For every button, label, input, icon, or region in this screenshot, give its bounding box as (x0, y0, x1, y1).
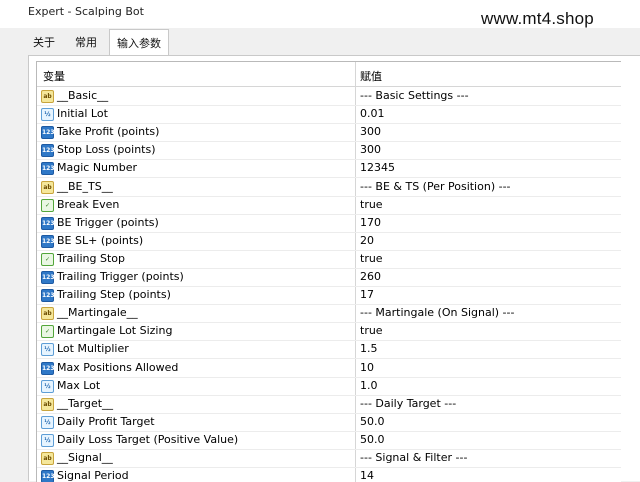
parameter-name: Max Positions Allowed (57, 360, 179, 374)
double-icon: ½ (41, 379, 54, 393)
parameter-value[interactable]: 20 (360, 234, 374, 247)
ab-string-icon: ab (41, 180, 54, 194)
integer-icon: 123 (41, 162, 55, 176)
parameter-name: Daily Loss Target (Positive Value) (57, 432, 239, 446)
table-row[interactable]: ½ Daily Profit Target 50.0 (37, 413, 621, 432)
integer-icon: 123 (41, 361, 55, 375)
parameter-value[interactable]: 17 (360, 288, 374, 301)
parameter-value[interactable]: 170 (360, 216, 381, 229)
parameter-value[interactable]: 300 (360, 143, 381, 156)
parameter-name: __Basic__ (57, 89, 109, 102)
table-row[interactable]: ab __Martingale__ --- Martingale (On Signa… (37, 304, 621, 324)
parameter-name: Signal Period (57, 469, 129, 482)
table-row[interactable]: 123 Take Profit (points) 300 (37, 123, 621, 143)
watermark-text: www.mt4.shop (481, 9, 594, 28)
double-icon: ½ (41, 343, 54, 357)
table-row[interactable]: ab __Signal__ --- Signal & Filter --- (37, 449, 621, 468)
inputs-panel: 变量 赋值 ab __Basic__ --- Basic Settings --- ½… (28, 55, 640, 482)
ab-string-icon: ab (41, 397, 54, 411)
bool-icon: ✓ (41, 198, 54, 212)
bool-icon: ✓ (41, 252, 54, 266)
tab-common[interactable]: 常用 (63, 31, 109, 55)
table-row[interactable]: 123 Stop Loss (points) 300 (37, 141, 621, 161)
parameter-name: Break Even (57, 197, 120, 211)
parameters-table: 变量 赋值 ab __Basic__ --- Basic Settings --- ½… (36, 61, 621, 482)
parameter-name: Initial Lot (57, 107, 108, 121)
column-header-variable[interactable]: 变量 (43, 68, 65, 84)
parameter-value[interactable]: 10 (360, 361, 374, 374)
table-header: 变量 赋值 (37, 62, 621, 87)
integer-icon: 123 (41, 271, 55, 284)
table-row[interactable]: ✓ Martingale Lot Sizing true (37, 322, 621, 342)
parameter-name: BE SL+ (points) (57, 233, 144, 247)
table-row[interactable]: ✓ Break Even true (37, 196, 621, 215)
double-icon: ½ (41, 415, 54, 429)
parameter-name: Daily Profit Target (57, 414, 155, 428)
table-row[interactable]: ½ Max Lot 1.0 (37, 377, 621, 396)
table-row[interactable]: 123 Trailing Trigger (points) 260 (37, 268, 621, 287)
parameter-value[interactable]: 260 (360, 270, 381, 283)
parameter-name: Martingale Lot Sizing (57, 324, 173, 338)
integer-icon: 123 (41, 470, 55, 482)
parameter-value[interactable]: 1.5 (360, 342, 378, 355)
parameter-name: Max Lot (57, 378, 101, 392)
parameter-value[interactable]: 14 (360, 469, 374, 482)
table-row[interactable]: ✓ Trailing Stop true (37, 250, 621, 269)
integer-icon: 123 (41, 216, 55, 230)
ab-string-icon: ab (41, 90, 54, 103)
parameter-value[interactable]: true (360, 252, 383, 265)
parameter-value[interactable]: --- Daily Target --- (360, 397, 456, 410)
parameter-name: Trailing Stop (57, 251, 125, 265)
table-row[interactable]: ab __Basic__ --- Basic Settings --- (37, 87, 621, 106)
column-header-value[interactable]: 赋值 (360, 68, 382, 84)
integer-icon: 123 (41, 126, 55, 140)
table-row[interactable]: 123 BE SL+ (points) 20 (37, 232, 621, 251)
parameter-name: Trailing Step (points) (57, 288, 171, 302)
parameter-value[interactable]: true (360, 198, 383, 211)
bool-icon: ✓ (41, 325, 54, 339)
window-title: Expert - Scalping Bot (28, 5, 144, 18)
integer-icon: 123 (41, 234, 55, 248)
double-icon: ½ (41, 433, 54, 447)
tab-inputs[interactable]: 输入参数 (109, 29, 169, 57)
tab-about[interactable]: 关于 (25, 31, 63, 55)
parameter-value[interactable]: 50.0 (360, 433, 385, 446)
parameter-name: Take Profit (points) (57, 125, 160, 139)
table-row[interactable]: ½ Lot Multiplier 1.5 (37, 340, 621, 360)
parameter-name: Trailing Trigger (points) (57, 270, 184, 283)
parameter-name: __Martingale__ (57, 306, 138, 320)
table-row[interactable]: ½ Daily Loss Target (Positive Value) 50.0 (37, 431, 621, 450)
table-row[interactable]: ½ Initial Lot 0.01 (37, 105, 621, 125)
parameter-name: Stop Loss (points) (57, 143, 156, 157)
table-row[interactable]: 123 Trailing Step (points) 17 (37, 286, 621, 306)
table-row[interactable]: 123 Magic Number 12345 (37, 159, 621, 179)
parameter-value[interactable]: true (360, 324, 383, 337)
parameter-name: __BE_TS__ (57, 179, 113, 193)
parameter-value[interactable]: 1.0 (360, 379, 378, 392)
parameter-value[interactable]: 0.01 (360, 107, 385, 120)
parameter-value[interactable]: --- Signal & Filter --- (360, 451, 467, 464)
parameter-value[interactable]: 50.0 (360, 415, 385, 428)
table-row[interactable]: 123 Max Positions Allowed 10 (37, 359, 621, 378)
parameter-value[interactable]: --- BE & TS (Per Position) --- (360, 180, 511, 193)
parameter-name: Lot Multiplier (57, 342, 129, 356)
parameter-name: __Target__ (57, 396, 114, 410)
title-bar: Expert - Scalping Bot www.mt4.shop (0, 0, 640, 28)
parameter-value[interactable]: 300 (360, 125, 381, 138)
table-row[interactable]: ab __Target__ --- Daily Target --- (37, 395, 621, 414)
parameter-name: BE Trigger (points) (57, 215, 159, 229)
parameter-name: Magic Number (57, 161, 138, 175)
parameter-name: __Signal__ (57, 451, 113, 464)
integer-icon: 123 (41, 289, 55, 303)
ab-string-icon: ab (41, 452, 54, 465)
ab-string-icon: ab (41, 307, 54, 321)
parameter-value[interactable]: --- Basic Settings --- (360, 89, 469, 102)
double-icon: ½ (41, 108, 54, 122)
table-row[interactable]: ab __BE_TS__ --- BE & TS (Per Position) --… (37, 178, 621, 197)
integer-icon: 123 (41, 144, 55, 158)
parameter-value[interactable]: --- Martingale (On Signal) --- (360, 306, 514, 319)
parameter-value[interactable]: 12345 (360, 161, 395, 174)
table-row[interactable]: 123 BE Trigger (points) 170 (37, 214, 621, 233)
